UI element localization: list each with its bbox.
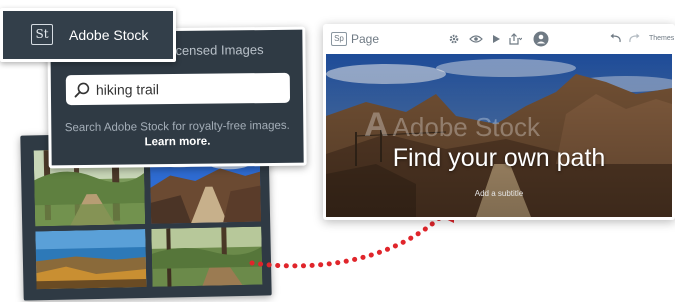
stock-logo: St <box>31 24 53 45</box>
hero-image[interactable]: A Adobe Stock Find your own path Add a su… <box>326 54 672 217</box>
thumbnail-coastal-sunset[interactable] <box>35 229 147 290</box>
hero-title[interactable]: Find your own path <box>326 144 672 173</box>
page-editor: Sp Page Themes A Adobe Stock Find your o… <box>323 24 675 220</box>
document-title: Page <box>351 32 380 46</box>
header-title: Adobe Stock <box>69 27 149 43</box>
search-icon <box>74 82 90 98</box>
search-input[interactable]: hiking trail <box>65 72 291 106</box>
hint-text: Search Adobe Stock for royalty-free imag… <box>64 119 290 135</box>
user-icon[interactable] <box>533 31 549 47</box>
search-hint: Search Adobe Stock for royalty-free imag… <box>57 119 297 152</box>
redo-icon[interactable] <box>627 33 641 45</box>
watermark-mark: A <box>364 106 389 144</box>
editor-toolbar: Sp Page Themes <box>323 24 675 54</box>
gear-icon[interactable] <box>447 33 461 45</box>
share-icon[interactable] <box>508 33 522 45</box>
learn-more-link[interactable]: Learn more. <box>144 136 210 149</box>
stock-watermark: A Adobe Stock <box>364 106 540 145</box>
eye-icon[interactable] <box>469 33 483 45</box>
themes-button[interactable]: Themes <box>649 35 674 42</box>
stock-header: St Adobe Stock <box>0 8 176 62</box>
search-query[interactable]: hiking trail <box>96 81 159 98</box>
hero-subtitle[interactable]: Add a subtitle <box>326 189 672 198</box>
watermark-text: Adobe Stock <box>392 112 540 142</box>
spark-page-logo: Sp <box>331 32 347 46</box>
play-icon[interactable] <box>489 33 503 45</box>
undo-icon[interactable] <box>609 33 623 45</box>
panel-subtitle: icensed Images <box>172 42 264 59</box>
